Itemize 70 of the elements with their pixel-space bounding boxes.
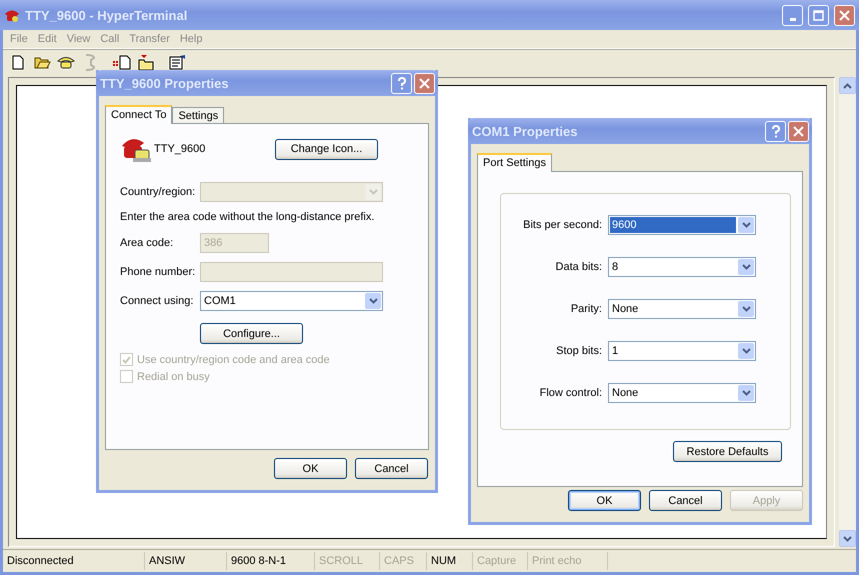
dialog-button[interactable]: Cancel (355, 458, 428, 479)
field-label: Flow control: (538, 387, 602, 399)
status-text: Capture (473, 552, 528, 570)
hint-text: Enter the area code without the long-distance prefix. (120, 211, 374, 223)
status-text: 9600 8-N-1 (227, 552, 315, 570)
setting-dropdown[interactable]: None (608, 299, 756, 319)
receive-file-icon (138, 54, 154, 70)
field-label: Stop bits: (555, 345, 602, 357)
dialog-title: COM1 Properties (472, 124, 578, 138)
maximize-button[interactable] (808, 4, 829, 26)
field-label: Bits per second: (522, 219, 602, 231)
phone-icon (84, 54, 96, 70)
close-button[interactable] (834, 4, 855, 26)
status-text: Disconnected (3, 552, 145, 570)
scrollbar[interactable] (839, 77, 856, 547)
caret-down-icon (742, 348, 750, 354)
minimize-icon (790, 18, 796, 20)
caret-down-icon (368, 189, 378, 195)
field-label: Country/region: (120, 186, 196, 198)
field-label: Parity: (570, 303, 602, 315)
change-icon-button[interactable]: Change Icon... (275, 138, 378, 160)
status-text: NUM (427, 552, 473, 570)
caret-down-icon (742, 222, 750, 228)
caret-up-icon (843, 82, 852, 88)
setting-dropdown[interactable]: None (608, 383, 756, 403)
close-button[interactable] (788, 120, 809, 142)
status-text: CAPS (380, 552, 427, 570)
restore-defaults-button[interactable]: Restore Defaults (673, 441, 782, 462)
minimize-button[interactable] (782, 4, 803, 26)
field-label: Connect using: (120, 295, 194, 307)
status-text: ANSIW (145, 552, 227, 570)
caret-down-icon (742, 264, 750, 270)
caret-down-icon (742, 390, 750, 396)
window-title: TTY_9600 - HyperTerminal (25, 8, 188, 22)
status-text: Print echo (528, 552, 608, 570)
caret-down-icon (742, 306, 750, 312)
properties-icon (169, 54, 187, 70)
caret-down-icon (368, 298, 378, 304)
dialog-button[interactable]: OK (568, 490, 641, 511)
close-button[interactable] (414, 72, 435, 94)
new-document-icon (12, 54, 24, 70)
configure-button[interactable]: Configure... (200, 323, 303, 344)
help-button[interactable] (765, 120, 786, 142)
dialog-title: TTY_9600 Properties (100, 76, 230, 90)
folder-icon (34, 55, 50, 69)
close-icon (419, 78, 430, 88)
dialog-button[interactable]: Cancel (649, 490, 722, 511)
field-label: Data bits: (554, 261, 602, 273)
maximize-icon (813, 10, 824, 20)
field-label: Phone number: (120, 266, 196, 278)
tab[interactable]: Settings (172, 107, 224, 123)
setting-dropdown[interactable]: 1 (608, 341, 756, 361)
help-button[interactable] (391, 72, 412, 94)
question-mark-icon (396, 76, 406, 90)
send-file-icon (113, 54, 131, 70)
dialog-button[interactable]: OK (274, 458, 347, 479)
question-mark-icon (770, 124, 780, 138)
setting-dropdown[interactable]: 8 (608, 257, 756, 277)
connection-name: TTY_9600 (154, 143, 206, 155)
setting-dropdown[interactable]: 9600 (608, 215, 756, 235)
connect-using-dropdown[interactable]: COM1 (200, 291, 383, 311)
checkmark-icon (122, 356, 131, 364)
status-text: SCROLL (315, 552, 380, 570)
tab[interactable]: Port Settings (477, 153, 552, 172)
tab[interactable]: Connect To (105, 105, 172, 124)
field-label: Area code: (120, 237, 174, 249)
close-icon (839, 10, 850, 20)
caret-down-icon (843, 536, 852, 542)
close-icon (793, 126, 804, 136)
phone-icon (57, 55, 75, 69)
